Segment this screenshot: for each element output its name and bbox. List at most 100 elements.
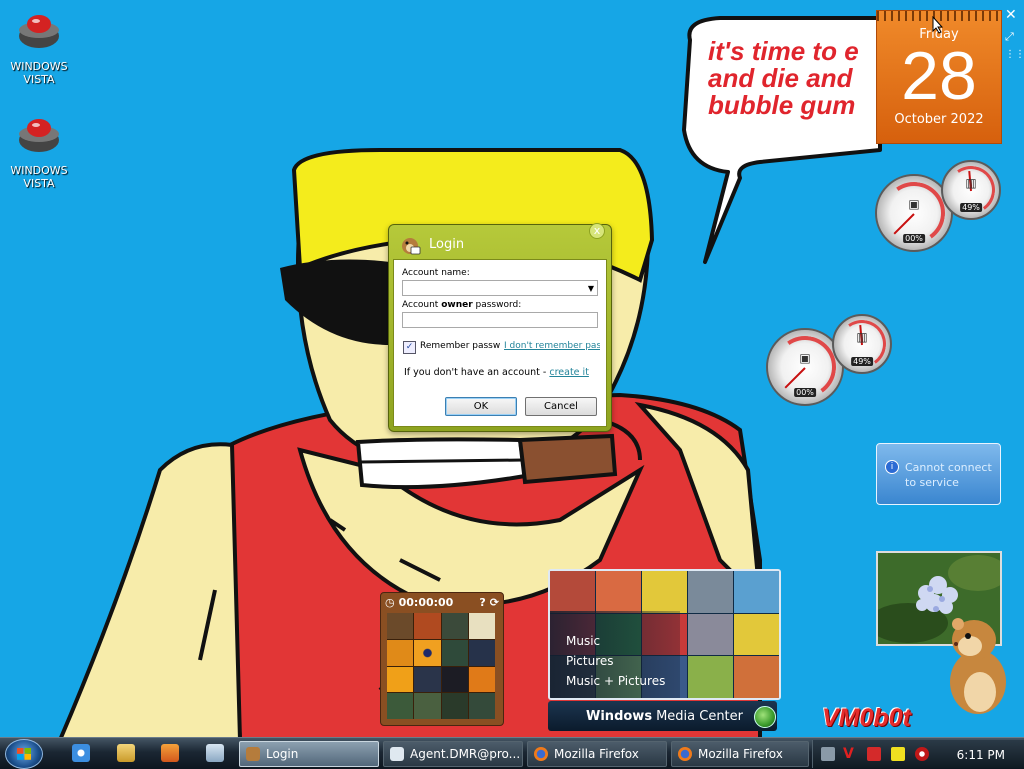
puzzle-tile[interactable] [441,693,468,719]
mouse-cursor-icon [932,16,944,34]
puzzle-timer: 00:00:00 [398,595,454,609]
media-player-icon[interactable] [161,744,179,762]
desktop-icon-label: WINDOWS VISTA [10,60,68,86]
create-account-link[interactable]: create it [549,367,589,378]
desktop-icon-label: WINDOWS VISTA [10,164,68,190]
memory-module-icon: ▥ [856,330,868,345]
menu-item-pictures[interactable]: Pictures [566,651,665,671]
remember-password-checkbox[interactable]: ✓ [403,341,416,354]
speech-bubble-text: it's time to e and die and bubble gum [708,36,859,120]
puzzle-grid [387,613,495,719]
taskbar-item-firefox-1[interactable]: Mozilla Firefox [527,741,667,767]
feed-headlines-gadget[interactable]: i Cannot connect to service [876,443,1001,505]
memory-gauge: ▥ 49% [941,160,1001,220]
password-label: Account owner password: [402,300,522,310]
message-icon[interactable] [891,747,905,761]
memory-percent: 49% [960,203,982,213]
taskbar-clock[interactable]: 6:11 PM [957,748,1005,762]
puzzle-tile[interactable] [468,666,495,693]
chat-window-icon [390,747,404,761]
cpu-chip-icon: ▣ [799,351,811,366]
cpu-meter-gadget[interactable]: ▣ 00% ▥ 49% [875,160,1005,252]
forgot-password-link[interactable]: I don't remember pas [504,341,600,351]
puzzle-tile[interactable] [441,666,468,693]
puzzle-tile[interactable] [468,613,495,639]
puzzle-tile[interactable] [468,639,495,666]
gadget-resize-icon[interactable]: ⤢ [1005,30,1014,44]
folder-icon[interactable] [117,744,135,762]
taskbar-item-agent[interactable]: Agent.DMR@pro... [383,741,523,767]
windows-logo-icon [17,748,31,760]
media-center-launch-bar[interactable]: Windows Media Center [548,701,777,731]
puzzle-tile[interactable] [387,639,414,666]
puzzle-tile[interactable] [387,613,414,639]
media-center-brand: Media Center [656,708,743,724]
menu-item-music-pictures[interactable]: Music + Pictures [566,671,665,691]
speaker-icon[interactable] [915,747,929,761]
account-name-combobox[interactable]: ▼ [402,280,598,296]
windows-orb-icon [754,706,776,728]
desktop-icon-windows-vista-1[interactable]: WINDOWS VISTA [1,6,77,86]
start-button[interactable] [5,739,43,769]
calendar-month-year: October 2022 [894,112,984,127]
show-desktop-icon[interactable] [206,744,224,762]
login-dialog: Login x Account name: ▼ Account owner pa… [388,223,612,432]
timer-icon: ◷ [385,595,395,609]
puzzle-tile[interactable] [414,639,441,666]
memory-percent: 49% [851,357,873,367]
cpu-percent: 00% [903,233,925,243]
account-name-label: Account name: [402,268,470,278]
login-title: Login [429,236,465,252]
antivirus-icon[interactable]: V [843,747,857,761]
puzzle-tile[interactable] [468,693,495,719]
media-center-menu: Music Pictures Music + Pictures [566,631,665,691]
network-icon[interactable] [821,747,835,761]
desktop-icon-windows-vista-2[interactable]: WINDOWS VISTA [1,110,77,190]
close-icon[interactable]: x [589,223,605,239]
cpu-percent: 00% [794,387,816,397]
vista-bowl-icon [19,119,59,152]
vmobot-watermark: VM0b0t [822,704,911,732]
gadget-close-icon[interactable]: ✕ [1005,8,1017,22]
firefox-icon [534,747,548,761]
login-form: Account name: ▼ Account owner password: … [393,259,607,427]
calendar-day-number: 28 [901,38,977,114]
puzzle-toolbar: ◷ 00:00:00 ? ⟳ [381,593,503,611]
puzzle-tile[interactable] [414,666,441,693]
ok-button[interactable]: OK [445,397,517,416]
menu-item-music[interactable]: Music [566,631,665,651]
taskbar: Login Agent.DMR@pro... Mozilla Firefox M… [0,737,1024,769]
memory-gauge: ▥ 49% [832,314,892,374]
picture-puzzle-gadget[interactable]: ◷ 00:00:00 ? ⟳ [380,592,504,726]
help-icon[interactable]: ? [479,596,485,609]
feed-error-message: Cannot connect to service [905,461,992,489]
flag-icon[interactable] [867,747,881,761]
media-center-gadget[interactable]: Music Pictures Music + Pictures [548,569,781,700]
agent-app-icon [402,238,421,255]
cpu-meter-gadget[interactable]: ▣ 00% ▥ 49% [766,314,896,406]
memory-module-icon: ▥ [965,176,977,191]
info-icon: i [885,460,899,474]
puzzle-tile[interactable] [387,666,414,693]
password-input[interactable] [402,312,598,328]
internet-explorer-icon[interactable] [72,744,90,762]
puzzle-tile[interactable] [414,693,441,719]
puzzle-tile[interactable] [441,639,468,666]
cpu-chip-icon: ▣ [908,197,920,212]
puzzle-tile[interactable] [387,693,414,719]
puzzle-tile[interactable] [414,613,441,639]
cancel-button[interactable]: Cancel [525,397,597,416]
account-name-value [403,289,406,299]
taskbar-item-firefox-2[interactable]: Mozilla Firefox [671,741,809,767]
system-tray: V 6:11 PM [812,740,1024,768]
vista-bowl-icon [19,15,59,48]
chevron-down-icon[interactable]: ▼ [588,284,594,293]
shuffle-icon[interactable]: ⟳ [490,596,499,609]
signup-text: If you don't have an account - create it [404,367,589,378]
taskbar-item-login[interactable]: Login [239,741,379,767]
agent-app-icon [246,747,260,761]
puzzle-tile[interactable] [441,613,468,639]
login-titlebar[interactable]: Login [399,231,464,257]
gadget-drag-handle[interactable]: ⋮⋮ [1005,48,1024,62]
hamster-mascot-icon [950,618,1006,714]
